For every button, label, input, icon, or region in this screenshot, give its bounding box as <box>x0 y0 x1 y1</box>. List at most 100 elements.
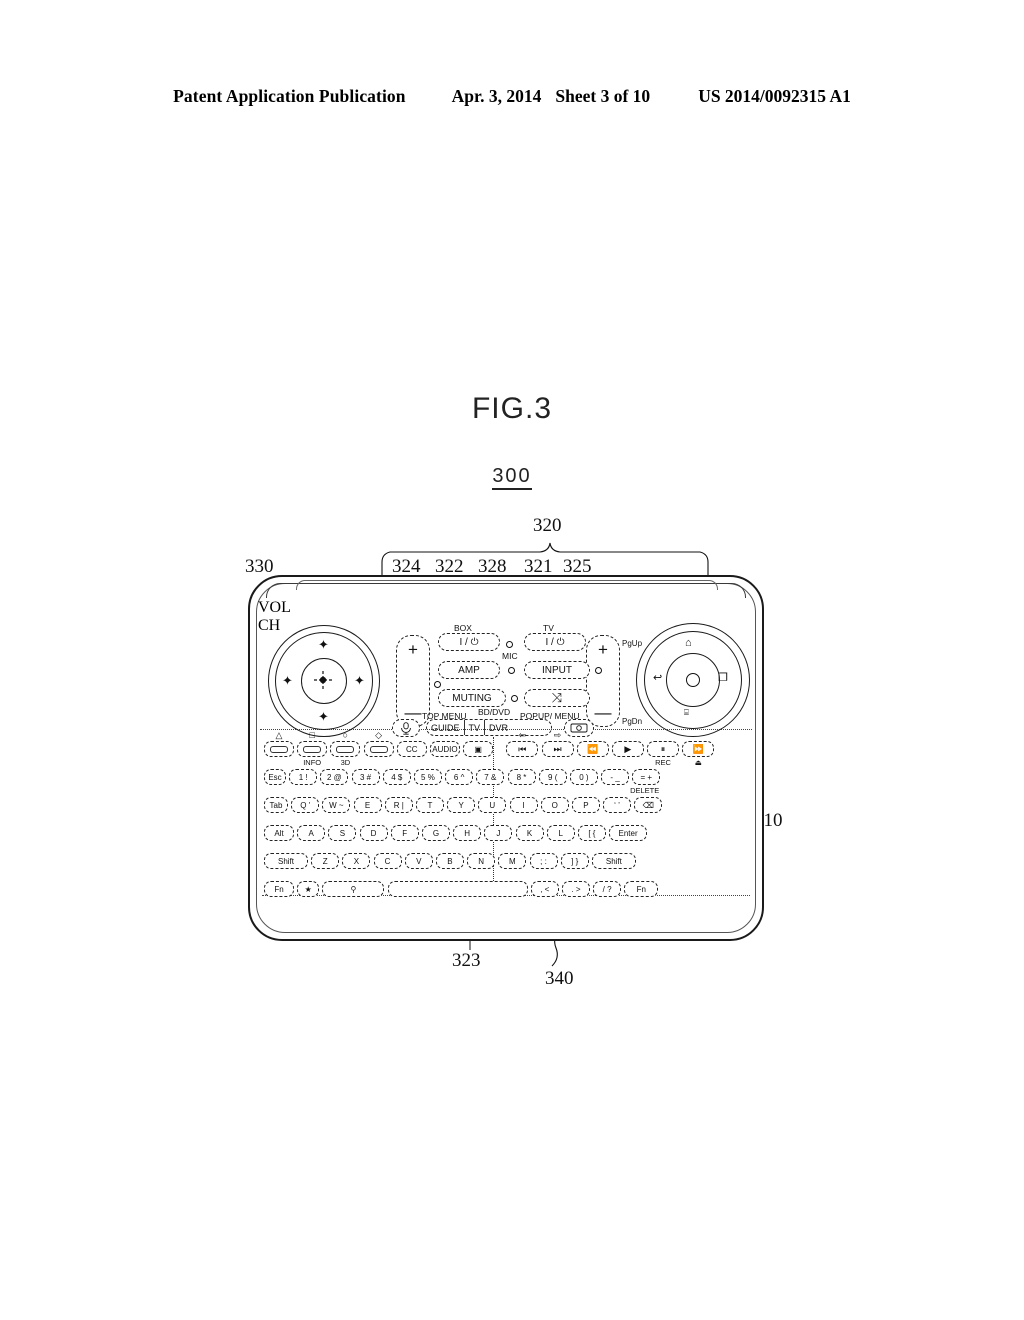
home-key-10[interactable]: [ { <box>577 825 606 841</box>
bottom-key-3[interactable] <box>387 881 528 897</box>
function-key-2[interactable]: ○ 3D <box>330 730 361 767</box>
qwerty-key-12[interactable]: ⌫ <box>634 797 663 813</box>
transport-key-5[interactable]: ⏩ ⏏ <box>682 741 715 767</box>
shift-key-6[interactable]: N <box>467 853 496 869</box>
qwerty-key-11[interactable]: ‘ ’ <box>603 797 632 813</box>
transport-key-face-2[interactable]: ⏪ <box>576 741 609 757</box>
tv-power-button[interactable]: I / ⏻ <box>524 633 586 651</box>
function-key-face-4[interactable]: CC <box>396 741 427 757</box>
shift-key-2[interactable]: X <box>342 853 371 869</box>
dpad-up-icon[interactable]: ✦ <box>318 638 329 651</box>
menu-grid-icon[interactable]: ⌸ <box>684 709 689 717</box>
crossover-button[interactable]: ⤨ <box>524 689 590 707</box>
dpad-down-icon[interactable]: ✦ <box>318 710 329 723</box>
number-key-8[interactable]: 8 * <box>507 769 536 785</box>
home-key-2[interactable]: S <box>328 825 357 841</box>
transport-key-1[interactable]: ⇨ ⏭ <box>541 730 574 757</box>
function-key-1[interactable]: □ INFO <box>297 730 328 767</box>
number-key-5[interactable]: 5 % <box>413 769 442 785</box>
home-key-1[interactable]: A <box>297 825 326 841</box>
function-key-0[interactable]: △ <box>264 730 294 757</box>
function-key-face-2[interactable] <box>330 741 361 757</box>
dpad-enter-icon[interactable] <box>312 670 334 690</box>
number-key-9[interactable]: 9 ( <box>538 769 567 785</box>
directional-pad[interactable]: ✦ ✦ ✦ ✦ <box>268 625 382 739</box>
home-key-0[interactable]: Alt <box>264 825 294 841</box>
qwerty-key-2[interactable]: W ~ <box>322 797 351 813</box>
shift-key-5[interactable]: B <box>435 853 464 869</box>
transport-key-face-3[interactable]: ▶ <box>611 741 644 757</box>
home-key-11[interactable]: Enter <box>609 825 648 841</box>
transport-key-2[interactable]: ⏪ <box>576 741 609 757</box>
function-key-face-1[interactable] <box>297 741 328 757</box>
shift-key-7[interactable]: M <box>498 853 527 869</box>
home-key-5[interactable]: G <box>421 825 450 841</box>
function-key-4[interactable]: CC <box>396 741 427 757</box>
number-key-10[interactable]: 0 ) <box>569 769 598 785</box>
number-key-2[interactable]: 2 @ <box>320 769 349 785</box>
back-icon[interactable]: ↩ <box>653 673 662 684</box>
home-key-9[interactable]: L <box>546 825 575 841</box>
qwerty-key-6[interactable]: Y <box>447 797 476 813</box>
function-key-6[interactable]: ▣ <box>463 741 494 757</box>
qwerty-key-5[interactable]: T <box>415 797 444 813</box>
camera-key[interactable] <box>564 719 594 737</box>
channel-up-label[interactable]: + <box>598 641 608 658</box>
navpad-center-button[interactable] <box>686 673 700 687</box>
bottom-key-5[interactable]: . > <box>561 881 590 897</box>
bottom-key-7[interactable]: Fn <box>624 881 659 897</box>
qwerty-key-3[interactable]: E <box>353 797 382 813</box>
bottom-key-6[interactable]: / ? <box>593 881 622 897</box>
number-key-11[interactable]: - _ <box>601 769 630 785</box>
shift-key-10[interactable]: Shift <box>591 853 636 869</box>
shift-key-1[interactable]: Z <box>311 853 340 869</box>
number-key-3[interactable]: 3 # <box>351 769 380 785</box>
function-key-face-6[interactable]: ▣ <box>463 741 494 757</box>
navigation-pad[interactable]: ⌂ ↩ ❐ ⌸ <box>636 623 752 739</box>
number-key-1[interactable]: 1 ! <box>289 769 318 785</box>
function-key-face-3[interactable] <box>363 741 394 757</box>
bottom-key-0[interactable]: Fn <box>264 881 294 897</box>
home-icon[interactable]: ⌂ <box>685 638 692 649</box>
qwerty-key-10[interactable]: P <box>571 797 600 813</box>
muting-button[interactable]: MUTING <box>438 689 506 707</box>
dvr-button[interactable]: DVR <box>484 720 512 735</box>
shift-key-4[interactable]: V <box>404 853 433 869</box>
transport-key-4[interactable]: ⏸ REC <box>647 741 680 767</box>
home-key-7[interactable]: J <box>484 825 513 841</box>
home-key-6[interactable]: H <box>453 825 482 841</box>
tv-source-button[interactable]: TV <box>463 720 485 735</box>
volume-up-label[interactable]: + <box>408 641 418 658</box>
shift-key-8[interactable]: ; : <box>529 853 558 869</box>
transport-key-face-4[interactable]: ⏸ <box>647 741 680 757</box>
function-key-face-0[interactable] <box>264 741 294 757</box>
function-key-5[interactable]: AUDIO <box>429 741 460 757</box>
shift-key-3[interactable]: C <box>373 853 402 869</box>
bottom-key-1[interactable]: ★ <box>297 881 320 897</box>
box-power-button[interactable]: I / ⏻ <box>438 633 500 651</box>
transport-key-0[interactable]: ⇦ ⏮ <box>506 730 539 757</box>
shift-key-9[interactable]: ] } <box>560 853 589 869</box>
qwerty-key-8[interactable]: I <box>509 797 538 813</box>
transport-key-face-0[interactable]: ⏮ <box>506 741 539 757</box>
home-key-8[interactable]: K <box>515 825 544 841</box>
input-button[interactable]: INPUT <box>524 661 590 679</box>
number-key-7[interactable]: 7 & <box>476 769 505 785</box>
mic-key[interactable] <box>392 719 420 737</box>
transport-key-face-5[interactable]: ⏩ <box>682 741 715 757</box>
number-key-6[interactable]: 6 ^ <box>445 769 474 785</box>
dpad-left-icon[interactable]: ✦ <box>282 674 293 687</box>
function-key-face-5[interactable]: AUDIO <box>429 741 460 757</box>
qwerty-key-4[interactable]: R | <box>384 797 413 813</box>
amp-button[interactable]: AMP <box>438 661 500 679</box>
bottom-key-2[interactable]: ⚲ <box>322 881 385 897</box>
home-key-4[interactable]: F <box>390 825 419 841</box>
qwerty-key-0[interactable]: Tab <box>264 797 288 813</box>
number-key-0[interactable]: Esc <box>264 769 286 785</box>
function-key-3[interactable]: ◇ <box>363 730 394 757</box>
number-key-4[interactable]: 4 $ <box>382 769 411 785</box>
guide-button[interactable]: GUIDE <box>427 720 464 735</box>
transport-key-face-1[interactable]: ⏭ <box>541 741 574 757</box>
shift-key-0[interactable]: Shift <box>264 853 308 869</box>
number-key-12[interactable]: = + DELETE <box>630 769 661 795</box>
